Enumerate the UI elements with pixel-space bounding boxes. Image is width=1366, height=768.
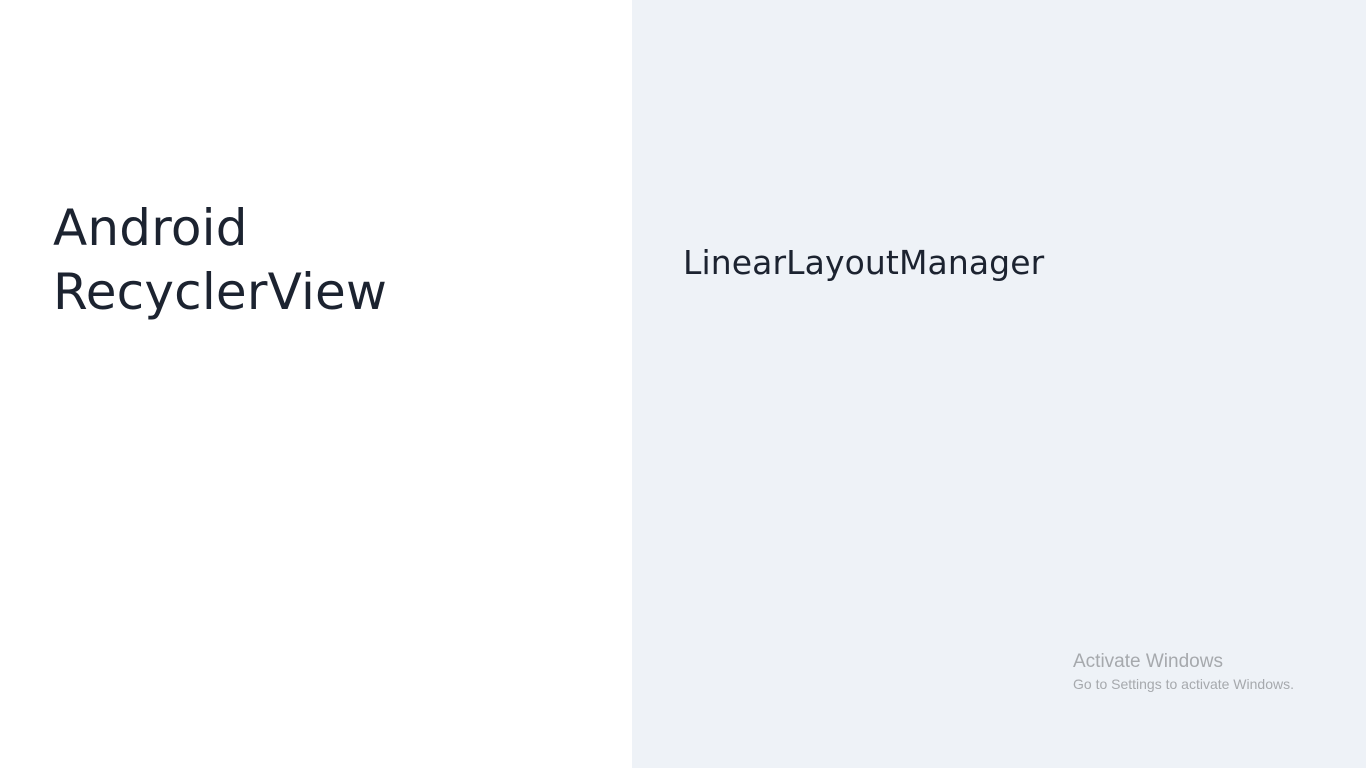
activation-subtitle: Go to Settings to activate Windows.: [1073, 676, 1294, 692]
slide-title: Android RecyclerView: [53, 196, 387, 324]
right-content-panel: LinearLayoutManager Activate Windows Go …: [632, 0, 1366, 768]
left-title-panel: Android RecyclerView: [0, 0, 632, 768]
slide-title-line-1: Android: [53, 199, 248, 257]
layout-manager-heading: LinearLayoutManager: [683, 243, 1045, 282]
windows-activation-watermark: Activate Windows Go to Settings to activ…: [1073, 650, 1294, 694]
activation-title: Activate Windows: [1073, 651, 1223, 672]
slide-title-line-2: RecyclerView: [53, 263, 388, 321]
presentation-slide: Android RecyclerView LinearLayoutManager…: [0, 0, 1366, 768]
